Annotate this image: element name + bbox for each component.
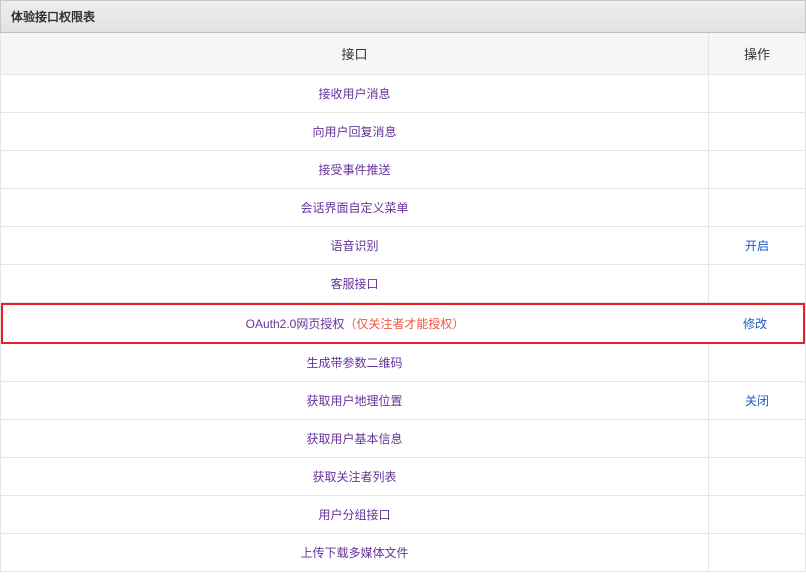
table-row: 上传下载多媒体文件 bbox=[1, 534, 805, 572]
cell-interface: OAuth2.0网页授权（仅关注者才能授权） bbox=[3, 305, 707, 342]
table-row: 接受事件推送 bbox=[1, 151, 805, 189]
interface-link[interactable]: 会话界面自定义菜单 bbox=[300, 201, 408, 215]
interface-link[interactable]: 获取用户地理位置 bbox=[306, 394, 402, 408]
cell-action bbox=[709, 151, 805, 188]
permissions-table: 接口 操作 接收用户消息向用户回复消息接受事件推送会话界面自定义菜单语音识别 开启… bbox=[0, 33, 806, 572]
cell-action bbox=[709, 496, 805, 533]
interface-annotation: （仅关注者才能授权） bbox=[344, 317, 464, 331]
cell-action bbox=[709, 75, 805, 112]
table-header-row: 接口 操作 bbox=[1, 33, 805, 75]
table-row: 获取关注者列表 bbox=[1, 458, 805, 496]
header-interface: 接口 bbox=[1, 33, 709, 74]
action-link[interactable]: 修改 bbox=[743, 317, 767, 331]
cell-action bbox=[709, 113, 805, 150]
interface-link[interactable]: 接收用户消息 bbox=[318, 87, 390, 101]
interface-link[interactable]: OAuth2.0网页授权 bbox=[246, 317, 345, 331]
cell-action bbox=[709, 420, 805, 457]
cell-interface: 向用户回复消息 bbox=[1, 113, 709, 150]
cell-interface: 生成带参数二维码 bbox=[1, 344, 709, 381]
cell-action bbox=[709, 344, 805, 381]
cell-interface: 用户分组接口 bbox=[1, 496, 709, 533]
cell-interface: 获取用户基本信息 bbox=[1, 420, 709, 457]
cell-interface: 语音识别 bbox=[1, 227, 709, 264]
cell-interface: 上传下载多媒体文件 bbox=[1, 534, 709, 571]
interface-link[interactable]: 获取关注者列表 bbox=[312, 470, 396, 484]
interface-link[interactable]: 上传下载多媒体文件 bbox=[300, 546, 408, 560]
cell-interface: 客服接口 bbox=[1, 265, 709, 302]
cell-interface: 接受事件推送 bbox=[1, 151, 709, 188]
panel-title: 体验接口权限表 bbox=[0, 0, 806, 33]
action-link[interactable]: 关闭 bbox=[745, 394, 769, 408]
cell-interface: 会话界面自定义菜单 bbox=[1, 189, 709, 226]
interface-link[interactable]: 语音识别 bbox=[330, 239, 378, 253]
table-row: 语音识别 开启 bbox=[1, 227, 805, 265]
table-row: 生成带参数二维码 bbox=[1, 344, 805, 382]
table-row: OAuth2.0网页授权（仅关注者才能授权） 修改 bbox=[1, 303, 805, 344]
cell-action bbox=[709, 534, 805, 571]
table-row: 向用户回复消息 bbox=[1, 113, 805, 151]
interface-link[interactable]: 用户分组接口 bbox=[318, 508, 390, 522]
table-row: 接收用户消息 bbox=[1, 75, 805, 113]
table-row: 获取用户基本信息 bbox=[1, 420, 805, 458]
interface-link[interactable]: 向用户回复消息 bbox=[312, 125, 396, 139]
table-row: 客服接口 bbox=[1, 265, 805, 303]
interface-link[interactable]: 客服接口 bbox=[330, 277, 378, 291]
cell-interface: 获取用户地理位置 bbox=[1, 382, 709, 419]
action-link[interactable]: 开启 bbox=[745, 239, 769, 253]
cell-action: 修改 bbox=[707, 305, 803, 342]
cell-interface: 接收用户消息 bbox=[1, 75, 709, 112]
cell-action bbox=[709, 458, 805, 495]
cell-interface: 获取关注者列表 bbox=[1, 458, 709, 495]
cell-action: 开启 bbox=[709, 227, 805, 264]
header-action: 操作 bbox=[709, 33, 805, 74]
table-row: 用户分组接口 bbox=[1, 496, 805, 534]
interface-link[interactable]: 获取用户基本信息 bbox=[306, 432, 402, 446]
cell-action: 关闭 bbox=[709, 382, 805, 419]
interface-link[interactable]: 生成带参数二维码 bbox=[306, 356, 402, 370]
interface-link[interactable]: 接受事件推送 bbox=[318, 163, 390, 177]
table-row: 会话界面自定义菜单 bbox=[1, 189, 805, 227]
cell-action bbox=[709, 265, 805, 302]
table-row: 获取用户地理位置 关闭 bbox=[1, 382, 805, 420]
cell-action bbox=[709, 189, 805, 226]
